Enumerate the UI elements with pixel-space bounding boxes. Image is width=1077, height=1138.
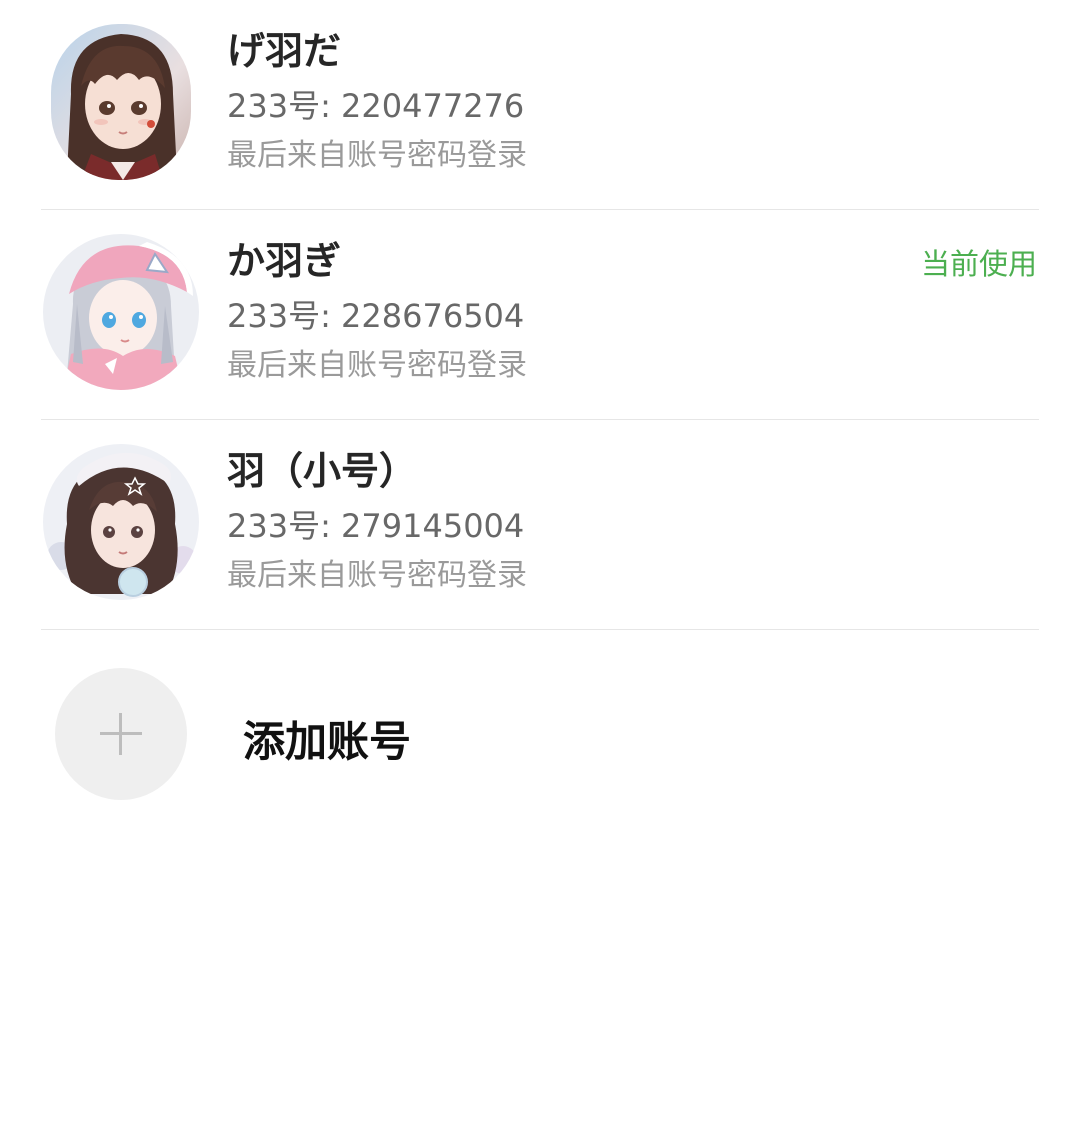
account-id: 233号: 228676504: [227, 297, 525, 335]
account-text: げ羽だ 233号: 220477276 最后来自账号密码登录: [227, 26, 527, 184]
login-source: 最后来自账号密码登录: [227, 558, 527, 593]
account-name: か羽ぎ: [227, 239, 342, 283]
avatar: [51, 24, 191, 180]
current-account-badge: 当前使用: [920, 247, 1037, 281]
avatar-image: [43, 234, 199, 390]
add-account-label: 添加账号: [243, 717, 412, 766]
avatar: [43, 444, 199, 600]
add-account-button[interactable]: 添加账号: [0, 660, 1077, 810]
plus-icon: [100, 713, 142, 755]
login-source: 最后来自账号密码登录: [227, 348, 527, 383]
login-source: 最后来自账号密码登录: [227, 138, 527, 173]
account-item[interactable]: げ羽だ 233号: 220477276 最后来自账号密码登录: [0, 0, 1077, 210]
account-name: げ羽だ: [227, 29, 342, 73]
account-text: か羽ぎ 233号: 228676504 最后来自账号密码登录: [227, 236, 527, 394]
account-name: 羽（小号）: [227, 449, 418, 493]
account-id: 233号: 220477276: [227, 87, 525, 125]
account-item[interactable]: か羽ぎ 233号: 228676504 最后来自账号密码登录 当前使用: [0, 210, 1077, 420]
divider: [41, 629, 1039, 630]
avatar: [43, 234, 199, 390]
account-list: げ羽だ 233号: 220477276 最后来自账号密码登录 か羽ぎ 233号:…: [0, 0, 1077, 630]
account-id: 233号: 279145004: [227, 507, 525, 545]
add-account-circle[interactable]: [55, 668, 187, 800]
avatar-image: [43, 444, 199, 600]
avatar-image: [51, 24, 191, 180]
account-text: 羽（小号） 233号: 279145004 最后来自账号密码登录: [227, 446, 527, 604]
account-item[interactable]: 羽（小号） 233号: 279145004 最后来自账号密码登录: [0, 420, 1077, 630]
